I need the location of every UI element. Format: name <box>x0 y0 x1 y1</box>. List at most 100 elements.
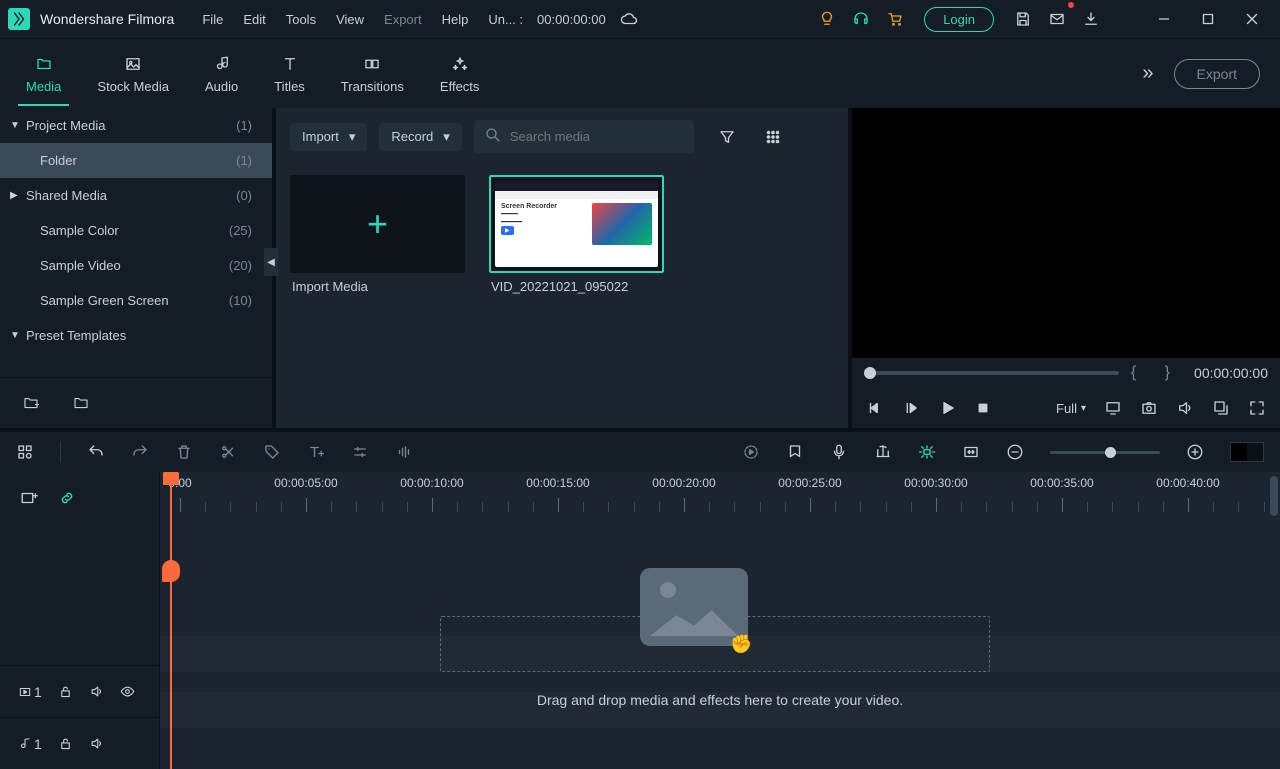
display-icon[interactable] <box>1104 399 1122 417</box>
timeline-toolbar <box>0 428 1280 472</box>
sidebar-item-shared-media[interactable]: ▶Shared Media(0) <box>0 178 272 213</box>
import-media-tile[interactable]: + Import Media <box>290 175 465 294</box>
undo-button[interactable] <box>87 443 105 461</box>
tab-transitions[interactable]: Transitions <box>323 47 422 100</box>
lock-icon[interactable] <box>58 736 73 751</box>
folder-icon[interactable] <box>66 388 96 418</box>
audio-adjust-icon[interactable] <box>395 443 413 461</box>
link-icon[interactable] <box>58 489 76 507</box>
sparkle-icon <box>449 53 471 75</box>
maximize-button[interactable] <box>1188 4 1228 34</box>
view-toggle[interactable] <box>1230 442 1264 462</box>
quality-dropdown[interactable]: Full▾ <box>1056 401 1086 416</box>
step-forward-button[interactable] <box>902 399 920 417</box>
menu-edit[interactable]: Edit <box>233 8 275 31</box>
zoom-in-button[interactable] <box>1186 443 1204 461</box>
text-icon <box>279 53 301 75</box>
split-button[interactable] <box>219 443 237 461</box>
sidebar-item-sample-color[interactable]: Sample Color(25) <box>0 213 272 248</box>
chevron-down-icon: ▼ <box>10 330 20 341</box>
sidebar-item-project-media[interactable]: ▼Project Media(1) <box>0 108 272 143</box>
login-button[interactable]: Login <box>924 7 994 32</box>
preview-scrubber[interactable] <box>864 371 1119 375</box>
grid-view-icon[interactable] <box>758 122 788 152</box>
lightbulb-icon[interactable] <box>812 4 842 34</box>
zoom-out-button[interactable] <box>1006 443 1024 461</box>
menu-tools[interactable]: Tools <box>276 8 326 31</box>
mute-icon[interactable] <box>89 684 104 699</box>
preview-canvas[interactable] <box>852 108 1280 358</box>
search-field[interactable] <box>510 129 684 144</box>
sidebar-item-sample-green-screen[interactable]: Sample Green Screen(10) <box>0 283 272 318</box>
menu-export[interactable]: Export <box>374 8 432 31</box>
filter-icon[interactable] <box>712 122 742 152</box>
tab-effects[interactable]: Effects <box>422 47 498 100</box>
video-track-icon: 1 <box>18 684 42 700</box>
cloud-icon[interactable] <box>614 4 644 34</box>
timeline-ruler[interactable]: 0:0000:00:05:0000:00:10:0000:00:15:0000:… <box>160 472 1280 516</box>
search-media-input[interactable] <box>474 120 694 153</box>
layout-icon[interactable] <box>16 443 34 461</box>
close-button[interactable] <box>1232 4 1272 34</box>
auto-cut-icon[interactable] <box>918 443 936 461</box>
timeline-scrollbar[interactable] <box>1270 476 1278 516</box>
audio-track-header[interactable]: 1 <box>0 717 159 769</box>
chevron-down-icon: ▼ <box>10 120 20 131</box>
render-icon[interactable] <box>742 443 760 461</box>
support-icon[interactable] <box>846 4 876 34</box>
sidebar-item-sample-video[interactable]: Sample Video(20) <box>0 248 272 283</box>
volume-icon[interactable] <box>1176 399 1194 417</box>
sidebar-item-preset-templates[interactable]: ▼Preset Templates <box>0 318 272 353</box>
mute-icon[interactable] <box>89 736 104 751</box>
timeline-tracks[interactable]: 0:0000:00:05:0000:00:10:0000:00:15:0000:… <box>160 472 1280 769</box>
cart-icon[interactable] <box>880 4 910 34</box>
export-button[interactable]: Export <box>1174 59 1260 89</box>
ruler-label: 00:00:40:00 <box>1156 476 1219 490</box>
menu-view[interactable]: View <box>326 8 374 31</box>
menu-file[interactable]: File <box>192 8 233 31</box>
lock-icon[interactable] <box>58 684 73 699</box>
text-add-icon[interactable] <box>307 443 325 461</box>
chevron-down-icon: ▾ <box>1081 403 1086 414</box>
stop-button[interactable] <box>974 399 992 417</box>
visibility-icon[interactable] <box>120 684 135 699</box>
message-icon[interactable] <box>1042 4 1072 34</box>
video-track-header[interactable]: 1 <box>0 665 159 717</box>
tab-titles[interactable]: Titles <box>256 47 323 100</box>
audio-mixer-icon[interactable] <box>874 443 892 461</box>
tag-icon[interactable] <box>263 443 281 461</box>
zoom-slider[interactable] <box>1050 451 1160 454</box>
record-dropdown[interactable]: Record▾ <box>379 123 461 151</box>
import-dropdown[interactable]: Import▾ <box>290 123 367 151</box>
preview-timecode: 00:00:00:00 <box>1194 365 1268 381</box>
download-icon[interactable] <box>1076 4 1106 34</box>
fullscreen-icon[interactable] <box>1248 399 1266 417</box>
clip-name-label: VID_20221021_095022 <box>489 279 628 294</box>
in-out-brackets[interactable]: { } <box>1131 364 1182 382</box>
collapse-sidebar-button[interactable]: ◀ <box>264 248 278 276</box>
marker-icon[interactable] <box>786 443 804 461</box>
fit-icon[interactable] <box>962 443 980 461</box>
redo-button[interactable] <box>131 443 149 461</box>
playhead[interactable] <box>170 472 172 769</box>
minimize-button[interactable] <box>1144 4 1184 34</box>
snapshot-icon[interactable] <box>1140 399 1158 417</box>
voiceover-icon[interactable] <box>830 443 848 461</box>
tab-media[interactable]: Media <box>8 47 79 100</box>
adjust-icon[interactable] <box>351 443 369 461</box>
sidebar-item-folder[interactable]: Folder(1) <box>0 143 272 178</box>
play-button[interactable] <box>938 399 956 417</box>
add-track-icon[interactable] <box>20 489 38 507</box>
new-folder-icon[interactable] <box>16 388 46 418</box>
save-icon[interactable] <box>1008 4 1038 34</box>
more-tabs-button[interactable]: » <box>1122 62 1173 85</box>
tab-stock-media[interactable]: Stock Media <box>79 47 187 100</box>
menu-help[interactable]: Help <box>432 8 479 31</box>
music-icon <box>211 53 233 75</box>
media-clip[interactable]: Screen Recorder━━━━━━━━━▶ VID_20221021_0… <box>489 175 664 294</box>
delete-button[interactable] <box>175 443 193 461</box>
prev-frame-button[interactable] <box>866 399 884 417</box>
tab-audio[interactable]: Audio <box>187 47 256 100</box>
popout-icon[interactable] <box>1212 399 1230 417</box>
chevron-down-icon: ▾ <box>443 129 450 145</box>
